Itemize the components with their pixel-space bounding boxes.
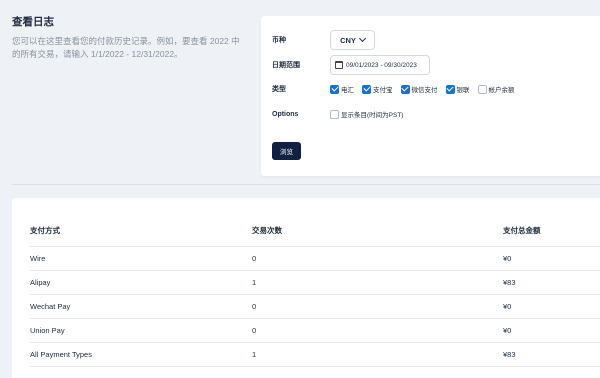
date-range-input[interactable]: 09/01/2023 - 09/30/2023 bbox=[330, 55, 430, 75]
total-amount-cell: ¥0 bbox=[503, 246, 600, 271]
options-row: Options 显示条目(时间为PST) bbox=[272, 109, 403, 119]
checkbox-unchecked-icon[interactable] bbox=[330, 109, 339, 119]
table-row: All Payment Types 1 ¥83 bbox=[30, 342, 600, 367]
type-checkbox-alipay[interactable]: 支付宝 bbox=[362, 84, 393, 94]
currency-label: 币种 bbox=[272, 37, 286, 44]
chevron-down-icon bbox=[358, 34, 366, 43]
total-amount-cell: ¥83 bbox=[503, 270, 600, 295]
type-label-alipay: 支付宝 bbox=[373, 87, 393, 94]
payment-method-cell: Union Pay bbox=[30, 318, 252, 343]
checkbox-checked-icon[interactable] bbox=[445, 84, 455, 94]
transaction-count-cell: 1 bbox=[252, 270, 503, 295]
type-checkbox-wechat[interactable]: 微信支付 bbox=[400, 84, 438, 94]
total-amount-cell: ¥83 bbox=[503, 342, 600, 367]
column-header-payment-method: 支付方式 bbox=[30, 216, 252, 247]
currency-select[interactable]: CNY bbox=[330, 30, 375, 50]
show-entries-checkbox[interactable]: 显示条目(时间为PST) bbox=[330, 109, 403, 119]
column-header-total-amount: 支付总金额 bbox=[503, 216, 600, 247]
currency-row: 币种 CNY bbox=[272, 30, 375, 50]
browse-button[interactable]: 浏览 bbox=[272, 142, 301, 160]
section-divider bbox=[12, 184, 600, 185]
payment-method-cell: Wechat Pay bbox=[30, 294, 252, 319]
checkbox-checked-icon[interactable] bbox=[362, 84, 371, 94]
date-row: 日期范围 09/01/2023 - 09/30/2023 bbox=[272, 55, 430, 75]
table-row: Union Pay 0 ¥0 bbox=[30, 318, 600, 343]
type-label-wire: 电汇 bbox=[341, 87, 354, 94]
filter-panel: 币种 CNY 日期范围 09/01/2023 - 09/30/2023 类型 电… bbox=[261, 16, 600, 176]
show-entries-label: 显示条目(时间为PST) bbox=[341, 112, 404, 119]
type-checkbox-balance[interactable]: 帐户余额 bbox=[477, 84, 515, 94]
checkbox-checked-icon[interactable] bbox=[330, 84, 339, 94]
payment-method-cell: Wire bbox=[30, 246, 252, 271]
total-amount-cell: ¥0 bbox=[503, 318, 600, 343]
calendar-icon bbox=[335, 61, 343, 69]
table-row: Alipay 1 ¥83 bbox=[30, 270, 600, 295]
currency-value: CNY bbox=[340, 35, 356, 45]
transaction-count-cell: 0 bbox=[252, 318, 503, 343]
table-row: Wire 0 ¥0 bbox=[30, 246, 600, 271]
date-range-value: 09/01/2023 - 09/30/2023 bbox=[346, 61, 417, 69]
type-label: 类型 bbox=[272, 86, 286, 93]
type-label-unionpay: 银联 bbox=[456, 87, 470, 94]
type-label-wechat: 微信支付 bbox=[411, 87, 438, 94]
total-amount-cell: ¥0 bbox=[503, 294, 600, 319]
table-header-row: 支付方式 交易次数 支付总金额 bbox=[30, 216, 600, 247]
table-row: Wechat Pay 0 ¥0 bbox=[30, 294, 600, 319]
type-label-balance: 帐户余额 bbox=[488, 87, 515, 94]
payment-method-cell: All Payment Types bbox=[30, 342, 252, 367]
transaction-count-cell: 1 bbox=[252, 342, 503, 367]
transaction-count-cell: 0 bbox=[252, 294, 503, 319]
page-title: 查看日志 bbox=[12, 16, 54, 28]
type-row: 类型 电汇 支付宝 微信支付 银联 帐户余额 bbox=[272, 84, 515, 94]
type-checkbox-wire[interactable]: 电汇 bbox=[330, 84, 354, 94]
transaction-count-cell: 0 bbox=[252, 246, 503, 271]
payment-summary-table: 支付方式 交易次数 支付总金额 Wire 0 ¥0 Alipay 1 ¥83 W… bbox=[30, 216, 600, 367]
payment-method-cell: Alipay bbox=[30, 270, 252, 295]
type-checkboxes: 电汇 支付宝 微信支付 银联 帐户余额 bbox=[330, 84, 515, 94]
options-label: Options bbox=[272, 110, 299, 118]
column-header-transaction-count: 交易次数 bbox=[252, 216, 503, 247]
checkbox-checked-icon[interactable] bbox=[400, 84, 410, 94]
checkbox-unchecked-icon[interactable] bbox=[477, 84, 487, 94]
summary-table-card: 支付方式 交易次数 支付总金额 Wire 0 ¥0 Alipay 1 ¥83 W… bbox=[12, 198, 600, 378]
page-description: 您可以在这里查看您的付款历史记录。例如，要查看 2022 中的所有交易，请输入 … bbox=[12, 36, 240, 59]
date-range-label: 日期范围 bbox=[272, 62, 300, 69]
type-checkbox-unionpay[interactable]: 银联 bbox=[445, 84, 470, 94]
